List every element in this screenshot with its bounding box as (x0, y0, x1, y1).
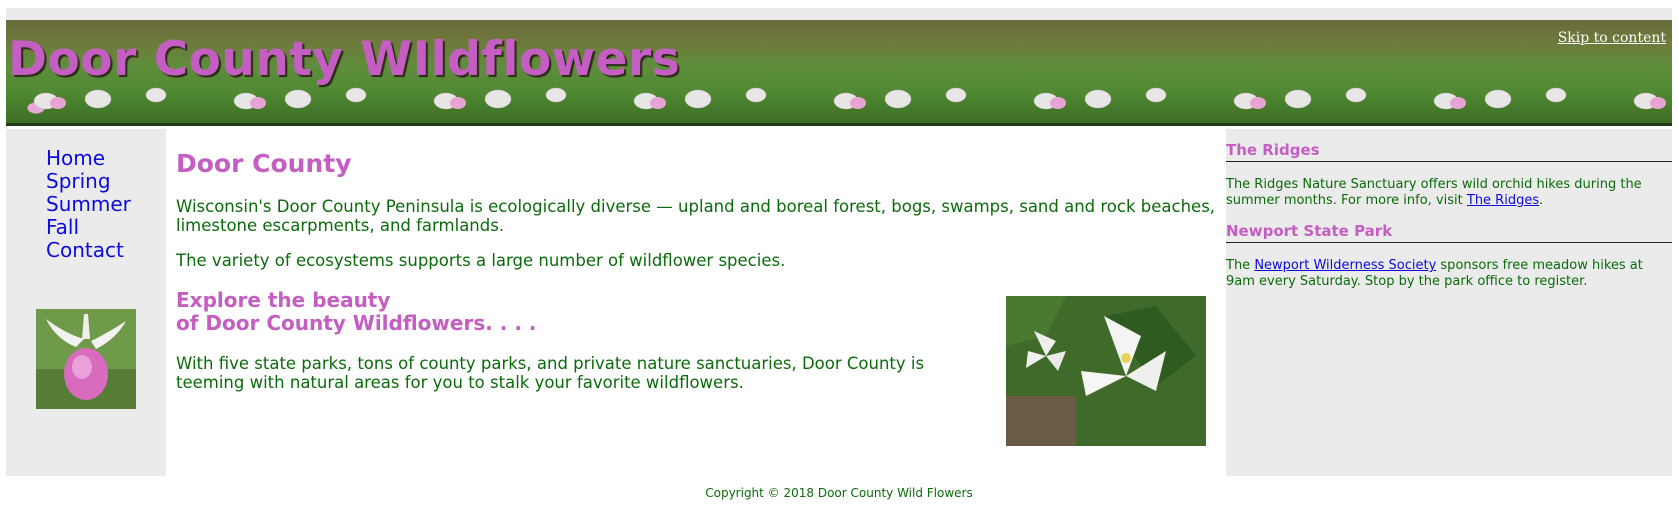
nav-item-summer[interactable]: Summer (46, 193, 131, 216)
explore-heading-line1: Explore the beauty (176, 288, 391, 312)
nav-item-contact[interactable]: Contact (46, 239, 131, 262)
lady-slipper-orchid-image (36, 309, 136, 409)
ridges-link[interactable]: The Ridges (1467, 193, 1539, 208)
explore-heading: Explore the beauty of Door County Wildfl… (176, 289, 537, 335)
explore-heading-line2: of Door County Wildflowers. . . . (176, 311, 537, 335)
page-top-strip (0, 0, 1678, 8)
page-title: Door County (176, 149, 352, 178)
ecosystems-paragraph: The variety of ecosystems supports a lar… (176, 251, 786, 270)
site-title: Door County WIldflowers (8, 32, 681, 87)
page-top-band (6, 8, 1672, 20)
footer-copyright: Copyright © 2018 Door County Wild Flower… (705, 486, 973, 500)
newport-text: The (1226, 258, 1255, 273)
right-sidebar: The Ridges The Ridges Nature Sanctuary o… (1226, 129, 1672, 476)
ridges-text: The Ridges Nature Sanctuary offers wild … (1226, 177, 1642, 208)
nav-item-home[interactable]: Home (46, 147, 131, 170)
intro-paragraph: Wisconsin's Door County Peninsula is eco… (176, 197, 1216, 235)
left-sidebar: Home Spring Summer Fall Contact (6, 129, 166, 476)
main-content: Door County Wisconsin's Door County Peni… (166, 129, 1226, 476)
newport-heading: Newport State Park (1226, 222, 1672, 243)
nav-item-spring[interactable]: Spring (46, 170, 131, 193)
ridges-heading: The Ridges (1226, 141, 1672, 162)
skip-to-content-link[interactable]: Skip to content (1558, 30, 1666, 46)
ridges-paragraph: The Ridges Nature Sanctuary offers wild … (1226, 177, 1666, 209)
site-header: Door County WIldflowers Skip to content (6, 20, 1672, 126)
parks-paragraph: With five state parks, tons of county pa… (176, 354, 925, 392)
newport-paragraph: The Newport Wilderness Society sponsors … (1226, 258, 1666, 290)
ridges-text-end: . (1539, 193, 1544, 208)
newport-wilderness-link[interactable]: Newport Wilderness Society (1254, 258, 1436, 273)
nav-item-fall[interactable]: Fall (46, 216, 131, 239)
trillium-image (1006, 296, 1206, 446)
main-nav: Home Spring Summer Fall Contact (46, 147, 131, 262)
